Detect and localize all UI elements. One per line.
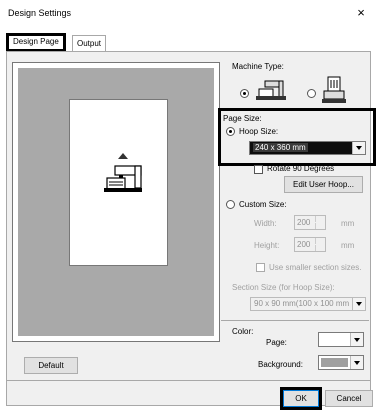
height-stepper[interactable]: 200: [294, 237, 326, 252]
tab-output-label: Output: [77, 39, 102, 48]
rotate-90-label: Rotate 90 Degrees: [267, 164, 335, 173]
divider: [221, 320, 369, 321]
smaller-sections-checkbox[interactable]: [256, 263, 265, 272]
embroidery-machine-icon: [256, 80, 286, 100]
page-color-picker[interactable]: [318, 332, 364, 347]
background-color-picker[interactable]: [318, 355, 364, 370]
smaller-sections-label: Use smaller section sizes.: [269, 263, 362, 272]
background-color-label: Background:: [258, 360, 303, 369]
color-label: Color:: [232, 327, 254, 336]
cancel-button[interactable]: Cancel: [325, 390, 373, 407]
width-unit: mm: [341, 219, 355, 228]
height-unit: mm: [341, 241, 355, 250]
embroidery-machine-icon: [104, 165, 142, 192]
custom-size-radio[interactable]: [226, 200, 235, 209]
height-value: 200: [297, 240, 311, 249]
close-button[interactable]: ×: [344, 0, 378, 26]
width-stepper[interactable]: 200: [294, 215, 326, 230]
machine-type-label: Machine Type:: [232, 62, 284, 71]
edit-user-hoop-label: Edit User Hoop...: [293, 180, 354, 189]
cancel-button-label: Cancel: [336, 394, 362, 403]
section-size-select[interactable]: 90 x 90 mm(100 x 100 mm: [250, 297, 366, 311]
default-button-label: Default: [38, 361, 64, 370]
tab-output[interactable]: Output: [72, 35, 107, 52]
stepper-down-icon[interactable]: [315, 223, 325, 229]
stepper-down-icon[interactable]: [315, 245, 325, 251]
design-settings-dialog: Design Settings × Design Page Output Mac…: [0, 0, 378, 411]
chevron-down-icon: [350, 356, 363, 369]
ok-button-label: OK: [295, 394, 307, 403]
section-size-label: Section Size (for Hoop Size):: [232, 283, 335, 292]
chevron-down-icon: [350, 333, 363, 346]
rotate-90-checkbox[interactable]: [254, 165, 263, 174]
ok-button[interactable]: OK: [283, 390, 319, 407]
chevron-down-icon: [352, 298, 365, 310]
page-size-label: Page Size:: [223, 114, 262, 123]
hoop-size-select[interactable]: 240 x 360 mm: [249, 141, 366, 155]
hoop-size-label: Hoop Size:: [239, 127, 279, 136]
width-value: 200: [297, 218, 311, 227]
chevron-down-icon: [352, 142, 365, 154]
hoop-size-value: 240 x 360 mm: [253, 143, 308, 152]
footer-divider: [6, 380, 371, 381]
edit-user-hoop-button[interactable]: Edit User Hoop...: [284, 176, 363, 193]
stepper-up-icon[interactable]: [315, 216, 325, 222]
default-button[interactable]: Default: [24, 357, 78, 374]
stepper-up-icon[interactable]: [315, 238, 325, 244]
width-label: Width:: [254, 219, 277, 228]
orientation-arrow-icon: [118, 153, 128, 159]
title-bar: Design Settings ×: [0, 0, 378, 26]
page-color-fill: [321, 335, 348, 344]
custom-size-label: Custom Size:: [239, 200, 287, 209]
multi-needle-machine-icon: [322, 76, 346, 103]
page-color-label: Page:: [266, 338, 287, 347]
background-color-fill: [321, 358, 348, 367]
machine-type-other-radio[interactable]: [307, 89, 316, 98]
hoop-size-radio[interactable]: [226, 127, 235, 136]
height-label: Height:: [254, 241, 280, 250]
tab-design-page[interactable]: Design Page: [6, 33, 66, 52]
machine-type-embroidery-radio[interactable]: [240, 89, 249, 98]
dialog-title: Design Settings: [8, 8, 72, 18]
section-size-value: 90 x 90 mm(100 x 100 mm: [254, 299, 350, 308]
tab-design-page-label: Design Page: [13, 37, 59, 46]
